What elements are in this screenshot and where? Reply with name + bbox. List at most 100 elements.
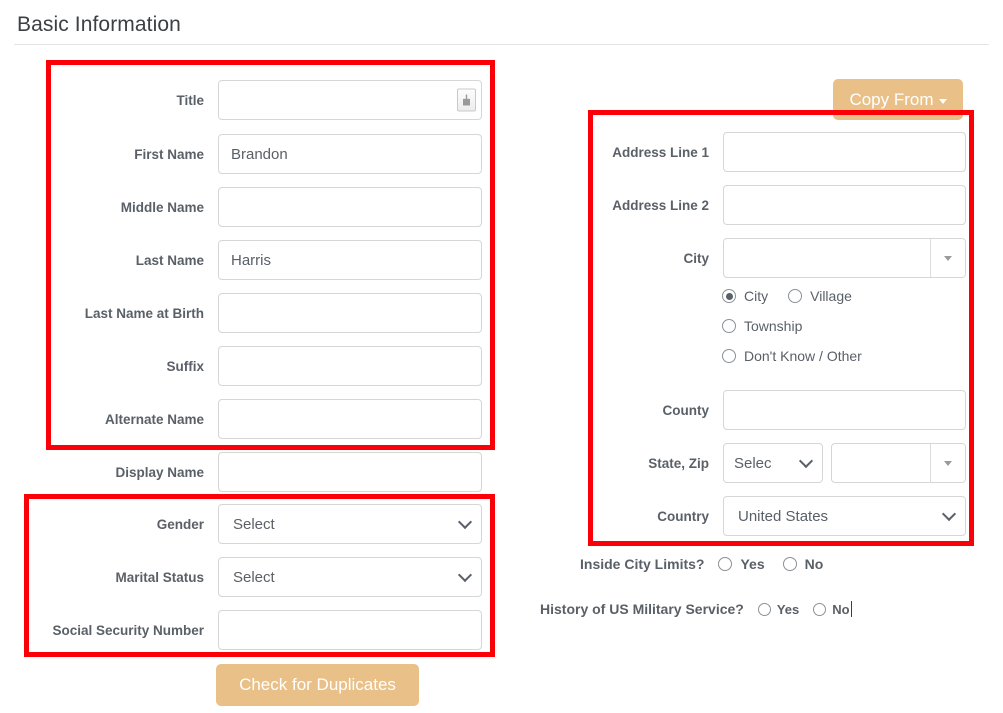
field-row-social-security-number: Social Security Number <box>0 610 482 650</box>
label-suffix: Suffix <box>166 358 204 374</box>
middle-name-input[interactable] <box>218 187 482 227</box>
title-input[interactable] <box>218 80 482 120</box>
suffix-input[interactable] <box>218 346 482 386</box>
zip-combobox[interactable] <box>831 443 966 483</box>
copy-from-button[interactable]: Copy From <box>833 79 963 120</box>
control-gender: Select <box>218 504 482 544</box>
label-display-name: Display Name <box>115 464 204 480</box>
radio-dot-icon <box>722 349 736 363</box>
control-city <box>723 238 966 278</box>
radio-label-no: No <box>804 556 824 572</box>
last-name-at-birth-input[interactable] <box>218 293 482 333</box>
city-input[interactable] <box>724 239 930 277</box>
spinner-picker-icon[interactable] <box>457 88 476 112</box>
first-name-input[interactable] <box>218 134 482 174</box>
label-last-name-at-birth: Last Name at Birth <box>84 305 204 321</box>
question-history-us-military-service: History of US Military Service? Yes No <box>540 601 853 617</box>
zip-dropdown-button[interactable] <box>930 444 965 482</box>
field-row-city: City <box>560 238 966 278</box>
radio-dot-icon <box>722 289 736 303</box>
marital-status-select-value: Select <box>218 557 482 597</box>
gender-select[interactable]: Select <box>218 504 482 544</box>
label-last-name: Last Name <box>135 252 204 268</box>
control-country: United States <box>723 496 966 536</box>
city-combobox[interactable] <box>723 238 966 278</box>
address-line-1-input[interactable] <box>723 132 966 172</box>
radio-inside-city-limits-yes[interactable]: Yes <box>718 556 765 572</box>
radio-dot-icon <box>722 319 736 333</box>
radio-place-type-township[interactable]: Township <box>722 318 862 334</box>
marital-status-select[interactable]: Select <box>218 557 482 597</box>
social-security-number-input[interactable] <box>218 610 482 650</box>
field-row-country: Country United States <box>560 496 966 536</box>
radio-label-yes: Yes <box>776 601 800 617</box>
label-title: Title <box>176 92 204 108</box>
radio-place-type-dont-know-other[interactable]: Don't Know / Other <box>722 348 862 364</box>
radio-dot-icon <box>782 557 797 571</box>
question-label-history-us-military-service: History of US Military Service? <box>540 601 744 617</box>
copy-from-label: Copy From <box>849 89 934 109</box>
radio-place-type-village[interactable]: Village <box>788 288 852 304</box>
field-row-first-name: First Name <box>0 134 482 174</box>
field-row-address-line-2: Address Line 2 <box>560 185 966 225</box>
county-input[interactable] <box>723 390 966 430</box>
label-state-zip: State, Zip <box>648 455 709 471</box>
field-row-county: County <box>560 390 966 430</box>
field-row-state-zip: State, Zip Selec <box>560 443 966 483</box>
place-type-row-1: City Village <box>722 288 862 304</box>
radio-inside-city-limits-no[interactable]: No <box>782 556 824 572</box>
radio-dot-icon <box>788 289 803 303</box>
radio-place-type-city[interactable]: City <box>722 288 768 304</box>
control-marital-status: Select <box>218 557 482 597</box>
label-middle-name: Middle Name <box>120 199 204 215</box>
radio-dot-icon <box>757 602 771 616</box>
label-social-security-number: Social Security Number <box>52 622 204 638</box>
field-row-gender: Gender Select <box>0 504 482 544</box>
label-city: City <box>683 250 709 266</box>
field-row-last-name: Last Name <box>0 240 482 280</box>
address-line-2-input[interactable] <box>723 185 966 225</box>
control-address-line-2 <box>723 185 966 225</box>
country-select[interactable]: United States <box>723 496 966 536</box>
control-last-name <box>218 240 482 280</box>
header-divider <box>14 44 989 45</box>
page-header: Basic Information <box>0 0 1003 46</box>
radio-dot-icon <box>718 557 733 571</box>
caret-down-icon <box>944 460 952 466</box>
control-state: Selec <box>723 443 823 483</box>
radio-label-yes: Yes <box>740 556 765 572</box>
radio-military-service-yes[interactable]: Yes <box>757 601 800 617</box>
radio-military-service-no[interactable]: No <box>813 601 853 617</box>
label-address-line-2: Address Line 2 <box>612 197 709 213</box>
label-county: County <box>662 402 710 418</box>
state-select-value: Selec <box>723 443 823 483</box>
label-first-name: First Name <box>134 146 204 162</box>
radio-label-village: Village <box>810 288 852 304</box>
control-suffix <box>218 346 482 386</box>
check-for-duplicates-button[interactable]: Check for Duplicates <box>216 664 419 706</box>
city-dropdown-button[interactable] <box>930 239 965 277</box>
alternate-name-input[interactable] <box>218 399 482 439</box>
field-row-title: Title <box>0 80 482 120</box>
control-address-line-1 <box>723 132 966 172</box>
control-first-name <box>218 134 482 174</box>
radio-label-dont-know-other: Don't Know / Other <box>744 348 862 364</box>
label-address-line-1: Address Line 1 <box>612 144 709 160</box>
field-row-middle-name: Middle Name <box>0 187 482 227</box>
caret-down-icon <box>938 98 947 104</box>
control-social-security-number <box>218 610 482 650</box>
control-zip <box>831 443 966 483</box>
field-row-address-line-1: Address Line 1 <box>560 132 966 172</box>
question-label-inside-city-limits: Inside City Limits? <box>580 556 705 572</box>
last-name-input[interactable] <box>218 240 482 280</box>
display-name-input[interactable] <box>218 452 482 492</box>
label-country: Country <box>657 508 709 524</box>
control-county <box>723 390 966 430</box>
zip-input[interactable] <box>832 444 930 482</box>
control-alternate-name <box>218 399 482 439</box>
text-cursor-caret <box>850 601 853 617</box>
state-select[interactable]: Selec <box>723 443 823 483</box>
place-type-radio-group: City Village Township Don't Know / Other <box>722 288 862 364</box>
field-row-display-name: Display Name <box>0 452 482 492</box>
field-row-suffix: Suffix <box>0 346 482 386</box>
